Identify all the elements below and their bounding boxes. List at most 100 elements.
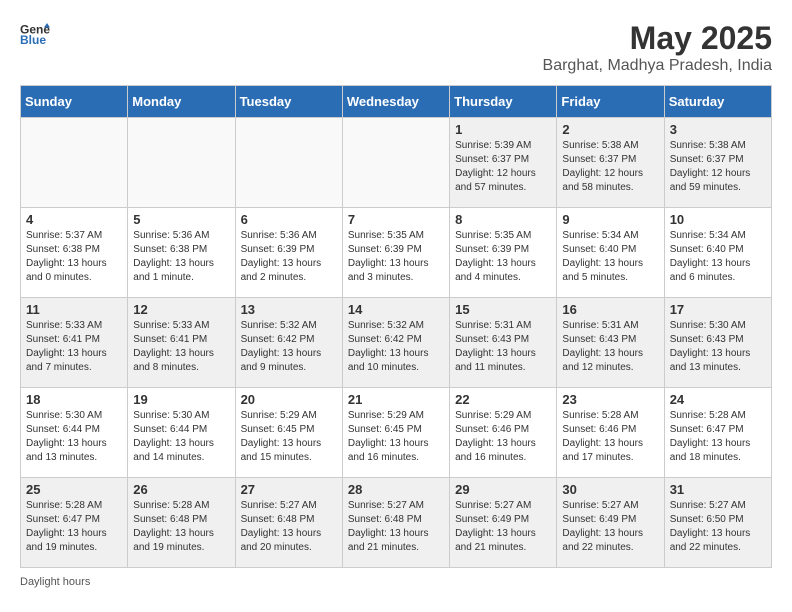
day-number: 16: [562, 302, 658, 317]
calendar-cell: 23 Sunrise: 5:28 AM Sunset: 6:46 PM Dayli…: [557, 388, 664, 478]
column-header-tuesday: Tuesday: [235, 86, 342, 118]
calendar-week-row: 4 Sunrise: 5:37 AM Sunset: 6:38 PM Daylig…: [21, 208, 772, 298]
calendar-cell: 10Sunrise: 5:34 AM Sunset: 6:40 PM Dayli…: [664, 208, 771, 298]
day-info: Sunrise: 5:27 AM Sunset: 6:50 PM Dayligh…: [670, 499, 766, 555]
logo-icon: General Blue: [20, 20, 50, 50]
calendar-cell: [128, 118, 235, 208]
day-number: 24: [670, 392, 766, 407]
calendar-cell: 18Sunrise: 5:30 AM Sunset: 6:44 PM Dayli…: [21, 388, 128, 478]
day-number: 23: [562, 392, 658, 407]
calendar-cell: 25 Sunrise: 5:28 AM Sunset: 6:47 PM Dayli…: [21, 478, 128, 568]
column-header-wednesday: Wednesday: [342, 86, 449, 118]
day-number: 17: [670, 302, 766, 317]
logo: General Blue: [20, 20, 50, 50]
day-number: 25: [26, 482, 122, 497]
calendar-cell: 9 Sunrise: 5:34 AM Sunset: 6:40 PM Daylig…: [557, 208, 664, 298]
calendar-week-row: 18Sunrise: 5:30 AM Sunset: 6:44 PM Dayli…: [21, 388, 772, 478]
calendar-table: SundayMondayTuesdayWednesdayThursdayFrid…: [20, 85, 772, 568]
day-number: 28: [348, 482, 444, 497]
day-info: Sunrise: 5:32 AM Sunset: 6:42 PM Dayligh…: [241, 319, 337, 375]
day-info: Sunrise: 5:28 AM Sunset: 6:46 PM Dayligh…: [562, 409, 658, 465]
day-number: 9: [562, 212, 658, 227]
calendar-week-row: 1Sunrise: 5:39 AM Sunset: 6:37 PM Daylig…: [21, 118, 772, 208]
calendar-cell: 13 Sunrise: 5:32 AM Sunset: 6:42 PM Dayli…: [235, 298, 342, 388]
page-header: General Blue May 2025 Barghat, Madhya Pr…: [20, 20, 772, 75]
day-info: Sunrise: 5:27 AM Sunset: 6:48 PM Dayligh…: [348, 499, 444, 555]
month-title: May 2025: [543, 20, 772, 57]
calendar-cell: 2 Sunrise: 5:38 AM Sunset: 6:37 PM Daylig…: [557, 118, 664, 208]
day-info: Sunrise: 5:31 AM Sunset: 6:43 PM Dayligh…: [562, 319, 658, 375]
footer: Daylight hours: [20, 576, 772, 588]
day-number: 27: [241, 482, 337, 497]
day-number: 31: [670, 482, 766, 497]
day-info: Sunrise: 5:39 AM Sunset: 6:37 PM Dayligh…: [455, 139, 551, 195]
calendar-cell: 17Sunrise: 5:30 AM Sunset: 6:43 PM Dayli…: [664, 298, 771, 388]
day-number: 22: [455, 392, 551, 407]
day-info: Sunrise: 5:28 AM Sunset: 6:48 PM Dayligh…: [133, 499, 229, 555]
day-info: Sunrise: 5:37 AM Sunset: 6:38 PM Dayligh…: [26, 229, 122, 285]
calendar-week-row: 11 Sunrise: 5:33 AM Sunset: 6:41 PM Dayli…: [21, 298, 772, 388]
day-number: 2: [562, 122, 658, 137]
day-number: 19: [133, 392, 229, 407]
day-number: 13: [241, 302, 337, 317]
day-number: 20: [241, 392, 337, 407]
day-info: Sunrise: 5:28 AM Sunset: 6:47 PM Dayligh…: [26, 499, 122, 555]
day-info: Sunrise: 5:36 AM Sunset: 6:39 PM Dayligh…: [241, 229, 337, 285]
day-number: 21: [348, 392, 444, 407]
day-info: Sunrise: 5:38 AM Sunset: 6:37 PM Dayligh…: [670, 139, 766, 195]
day-number: 8: [455, 212, 551, 227]
calendar-cell: 21 Sunrise: 5:29 AM Sunset: 6:45 PM Dayli…: [342, 388, 449, 478]
calendar-cell: 30Sunrise: 5:27 AM Sunset: 6:49 PM Dayli…: [557, 478, 664, 568]
day-info: Sunrise: 5:29 AM Sunset: 6:45 PM Dayligh…: [348, 409, 444, 465]
day-number: 7: [348, 212, 444, 227]
day-number: 29: [455, 482, 551, 497]
day-number: 11: [26, 302, 122, 317]
column-header-friday: Friday: [557, 86, 664, 118]
day-info: Sunrise: 5:28 AM Sunset: 6:47 PM Dayligh…: [670, 409, 766, 465]
day-number: 6: [241, 212, 337, 227]
day-info: Sunrise: 5:29 AM Sunset: 6:45 PM Dayligh…: [241, 409, 337, 465]
day-info: Sunrise: 5:34 AM Sunset: 6:40 PM Dayligh…: [562, 229, 658, 285]
calendar-cell: 16 Sunrise: 5:31 AM Sunset: 6:43 PM Dayli…: [557, 298, 664, 388]
calendar-cell: 29 Sunrise: 5:27 AM Sunset: 6:49 PM Dayli…: [450, 478, 557, 568]
day-number: 4: [26, 212, 122, 227]
calendar-cell: 11 Sunrise: 5:33 AM Sunset: 6:41 PM Dayli…: [21, 298, 128, 388]
day-info: Sunrise: 5:35 AM Sunset: 6:39 PM Dayligh…: [455, 229, 551, 285]
day-info: Sunrise: 5:34 AM Sunset: 6:40 PM Dayligh…: [670, 229, 766, 285]
calendar-cell: [235, 118, 342, 208]
day-info: Sunrise: 5:35 AM Sunset: 6:39 PM Dayligh…: [348, 229, 444, 285]
day-info: Sunrise: 5:27 AM Sunset: 6:49 PM Dayligh…: [455, 499, 551, 555]
day-number: 30: [562, 482, 658, 497]
calendar-cell: 6 Sunrise: 5:36 AM Sunset: 6:39 PM Daylig…: [235, 208, 342, 298]
calendar-cell: 14Sunrise: 5:32 AM Sunset: 6:42 PM Dayli…: [342, 298, 449, 388]
calendar-cell: 7 Sunrise: 5:35 AM Sunset: 6:39 PM Daylig…: [342, 208, 449, 298]
day-info: Sunrise: 5:30 AM Sunset: 6:44 PM Dayligh…: [133, 409, 229, 465]
location-title: Barghat, Madhya Pradesh, India: [543, 57, 772, 75]
svg-text:Blue: Blue: [20, 33, 46, 47]
day-info: Sunrise: 5:33 AM Sunset: 6:41 PM Dayligh…: [133, 319, 229, 375]
column-header-saturday: Saturday: [664, 86, 771, 118]
column-header-sunday: Sunday: [21, 86, 128, 118]
day-info: Sunrise: 5:33 AM Sunset: 6:41 PM Dayligh…: [26, 319, 122, 375]
calendar-cell: [21, 118, 128, 208]
day-info: Sunrise: 5:27 AM Sunset: 6:48 PM Dayligh…: [241, 499, 337, 555]
calendar-cell: 12Sunrise: 5:33 AM Sunset: 6:41 PM Dayli…: [128, 298, 235, 388]
calendar-header-row: SundayMondayTuesdayWednesdayThursdayFrid…: [21, 86, 772, 118]
day-info: Sunrise: 5:31 AM Sunset: 6:43 PM Dayligh…: [455, 319, 551, 375]
calendar-cell: 5Sunrise: 5:36 AM Sunset: 6:38 PM Daylig…: [128, 208, 235, 298]
calendar-cell: 1Sunrise: 5:39 AM Sunset: 6:37 PM Daylig…: [450, 118, 557, 208]
day-number: 14: [348, 302, 444, 317]
day-info: Sunrise: 5:38 AM Sunset: 6:37 PM Dayligh…: [562, 139, 658, 195]
day-number: 3: [670, 122, 766, 137]
calendar-cell: 15 Sunrise: 5:31 AM Sunset: 6:43 PM Dayli…: [450, 298, 557, 388]
title-block: May 2025 Barghat, Madhya Pradesh, India: [543, 20, 772, 75]
calendar-cell: 24 Sunrise: 5:28 AM Sunset: 6:47 PM Dayli…: [664, 388, 771, 478]
calendar-cell: [342, 118, 449, 208]
day-info: Sunrise: 5:29 AM Sunset: 6:46 PM Dayligh…: [455, 409, 551, 465]
column-header-thursday: Thursday: [450, 86, 557, 118]
calendar-cell: 22 Sunrise: 5:29 AM Sunset: 6:46 PM Dayli…: [450, 388, 557, 478]
day-number: 15: [455, 302, 551, 317]
day-info: Sunrise: 5:30 AM Sunset: 6:44 PM Dayligh…: [26, 409, 122, 465]
column-header-monday: Monday: [128, 86, 235, 118]
calendar-cell: 3 Sunrise: 5:38 AM Sunset: 6:37 PM Daylig…: [664, 118, 771, 208]
